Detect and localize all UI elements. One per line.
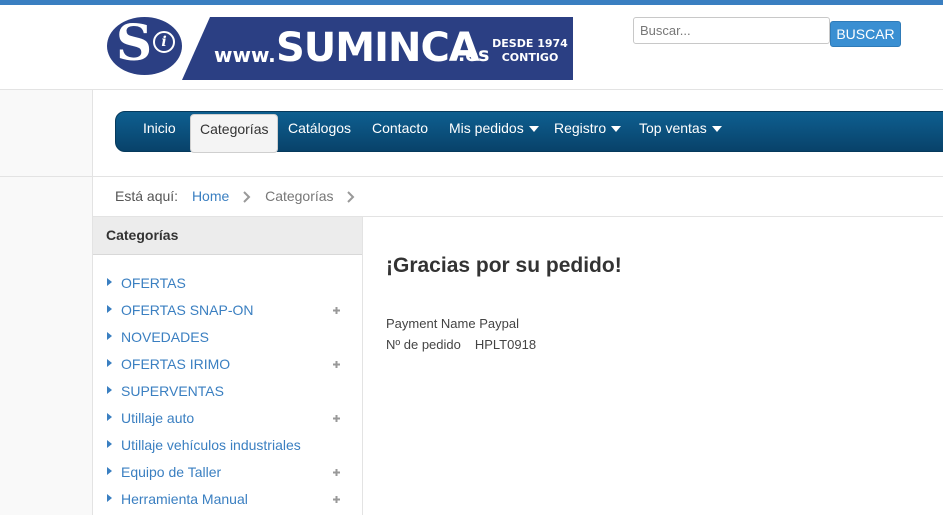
sidebar-item-label: Utillaje vehículos industriales bbox=[121, 437, 301, 453]
sidebar-item-ofertas-irimo[interactable]: OFERTAS IRIMO bbox=[106, 354, 346, 374]
search-button[interactable]: BUSCAR bbox=[830, 21, 901, 47]
search-input[interactable] bbox=[633, 17, 830, 44]
nav-item-contacto[interactable]: Contacto bbox=[372, 112, 428, 151]
main-navbar: Inicio Categorías Catálogos Contacto Mis… bbox=[115, 111, 943, 153]
caret-right-icon bbox=[107, 359, 112, 367]
nav-item-label: Mis pedidos bbox=[449, 120, 524, 136]
breadcrumb-current: Categorías bbox=[265, 188, 334, 204]
expand-plus-icon[interactable] bbox=[332, 414, 341, 423]
nav-item-label: Categorías bbox=[200, 121, 269, 137]
nav-item-inicio[interactable]: Inicio bbox=[143, 112, 176, 151]
nav-item-categorias[interactable]: Categorías bbox=[190, 114, 279, 153]
breadcrumb-home-link[interactable]: Home bbox=[192, 188, 229, 204]
caret-right-icon bbox=[107, 467, 112, 475]
sidebar-item-label: OFERTAS bbox=[121, 275, 186, 291]
caret-right-icon bbox=[107, 332, 112, 340]
sidebar-item-ofertas-snap-on[interactable]: OFERTAS SNAP-ON bbox=[106, 300, 346, 320]
logo-tld: .es bbox=[458, 44, 490, 66]
sidebar-item-label: SUPERVENTAS bbox=[121, 383, 224, 399]
expand-plus-icon[interactable] bbox=[332, 495, 341, 504]
nav-item-top-ventas[interactable]: Top ventas bbox=[639, 112, 722, 151]
nav-item-label: Catálogos bbox=[288, 120, 352, 136]
page-title: ¡Gracias por su pedido! bbox=[386, 254, 622, 277]
logo-tagline-top: DESDE 1974 bbox=[492, 37, 568, 50]
sidebar-item-utillaje-auto[interactable]: Utillaje auto bbox=[106, 408, 346, 428]
nav-item-label: Contacto bbox=[372, 120, 429, 136]
caret-down-icon bbox=[528, 126, 539, 133]
sidebar-item-label: NOVEDADES bbox=[121, 329, 209, 345]
expand-plus-icon[interactable] bbox=[332, 306, 341, 315]
caret-right-icon bbox=[107, 413, 112, 421]
nav-item-label: Inicio bbox=[143, 120, 176, 136]
payment-method: Payment Name Paypal bbox=[386, 316, 519, 331]
nav-item-registro[interactable]: Registro bbox=[554, 112, 622, 151]
chevron-right-icon bbox=[243, 191, 251, 204]
caret-down-icon bbox=[711, 126, 722, 133]
left-gutter bbox=[0, 90, 93, 515]
logo-banner[interactable]: www. SUMINCA .es DESDE 1974 CONTIGO bbox=[182, 17, 573, 80]
logo-wordmark: SUMINCA bbox=[276, 25, 480, 71]
sidebar-item-superventas[interactable]: SUPERVENTAS bbox=[106, 381, 346, 401]
sidebar-item-label: Herramienta Manual bbox=[121, 491, 248, 507]
caret-right-icon bbox=[107, 440, 112, 448]
sidebar-item-label: OFERTAS IRIMO bbox=[121, 356, 231, 372]
sidebar-item-equipo-de-taller[interactable]: Equipo de Taller bbox=[106, 462, 346, 482]
caret-right-icon bbox=[107, 305, 112, 313]
order-number-value: HPLT0918 bbox=[474, 337, 537, 352]
logo-www: www. bbox=[214, 43, 276, 67]
info-icon: i bbox=[153, 31, 175, 53]
nav-item-catalogos[interactable]: Catálogos bbox=[288, 112, 351, 151]
breadcrumb-label: Está aquí: bbox=[115, 188, 179, 204]
sidebar-item-utillaje-vehiculos-industriales[interactable]: Utillaje vehículos industriales bbox=[106, 435, 346, 455]
sidebar-item-label: Equipo de Taller bbox=[121, 464, 222, 480]
sidebar-item-ofertas[interactable]: OFERTAS bbox=[106, 273, 346, 293]
caret-right-icon bbox=[107, 386, 112, 394]
caret-right-icon bbox=[107, 278, 112, 286]
sidebar-header: Categorías bbox=[93, 217, 362, 255]
sidebar-item-novedades[interactable]: NOVEDADES bbox=[106, 327, 346, 347]
sidebar-item-label: OFERTAS SNAP-ON bbox=[121, 302, 254, 318]
nav-divider bbox=[0, 176, 943, 177]
caret-down-icon bbox=[611, 126, 622, 133]
categories-sidebar: Categorías OFERTAS OFERTAS SNAP-ON NOVED… bbox=[93, 217, 363, 515]
nav-item-label: Top ventas bbox=[639, 120, 707, 136]
expand-plus-icon[interactable] bbox=[332, 468, 341, 477]
order-confirmation: ¡Gracias por su pedido! Payment Name Pay… bbox=[363, 217, 943, 515]
sidebar-title: Categorías bbox=[106, 227, 179, 243]
expand-plus-icon[interactable] bbox=[332, 360, 341, 369]
nav-item-mis-pedidos[interactable]: Mis pedidos bbox=[449, 112, 539, 151]
sidebar-item-label: Utillaje auto bbox=[121, 410, 195, 426]
sidebar-item-herramienta-manual[interactable]: Herramienta Manual bbox=[106, 489, 346, 509]
logo-tagline-bottom: CONTIGO bbox=[501, 51, 559, 64]
order-number-label: Nº de pedido bbox=[386, 337, 461, 352]
chevron-right-icon bbox=[347, 191, 355, 204]
nav-item-label: Registro bbox=[554, 120, 607, 136]
logo-letter: S bbox=[115, 13, 153, 72]
order-number-row: Nº de pedido HPLT0918 bbox=[386, 337, 536, 352]
breadcrumb: Está aquí: Home Categorías bbox=[115, 186, 355, 206]
caret-right-icon bbox=[107, 494, 112, 502]
logo-mark[interactable]: S i bbox=[107, 13, 182, 75]
